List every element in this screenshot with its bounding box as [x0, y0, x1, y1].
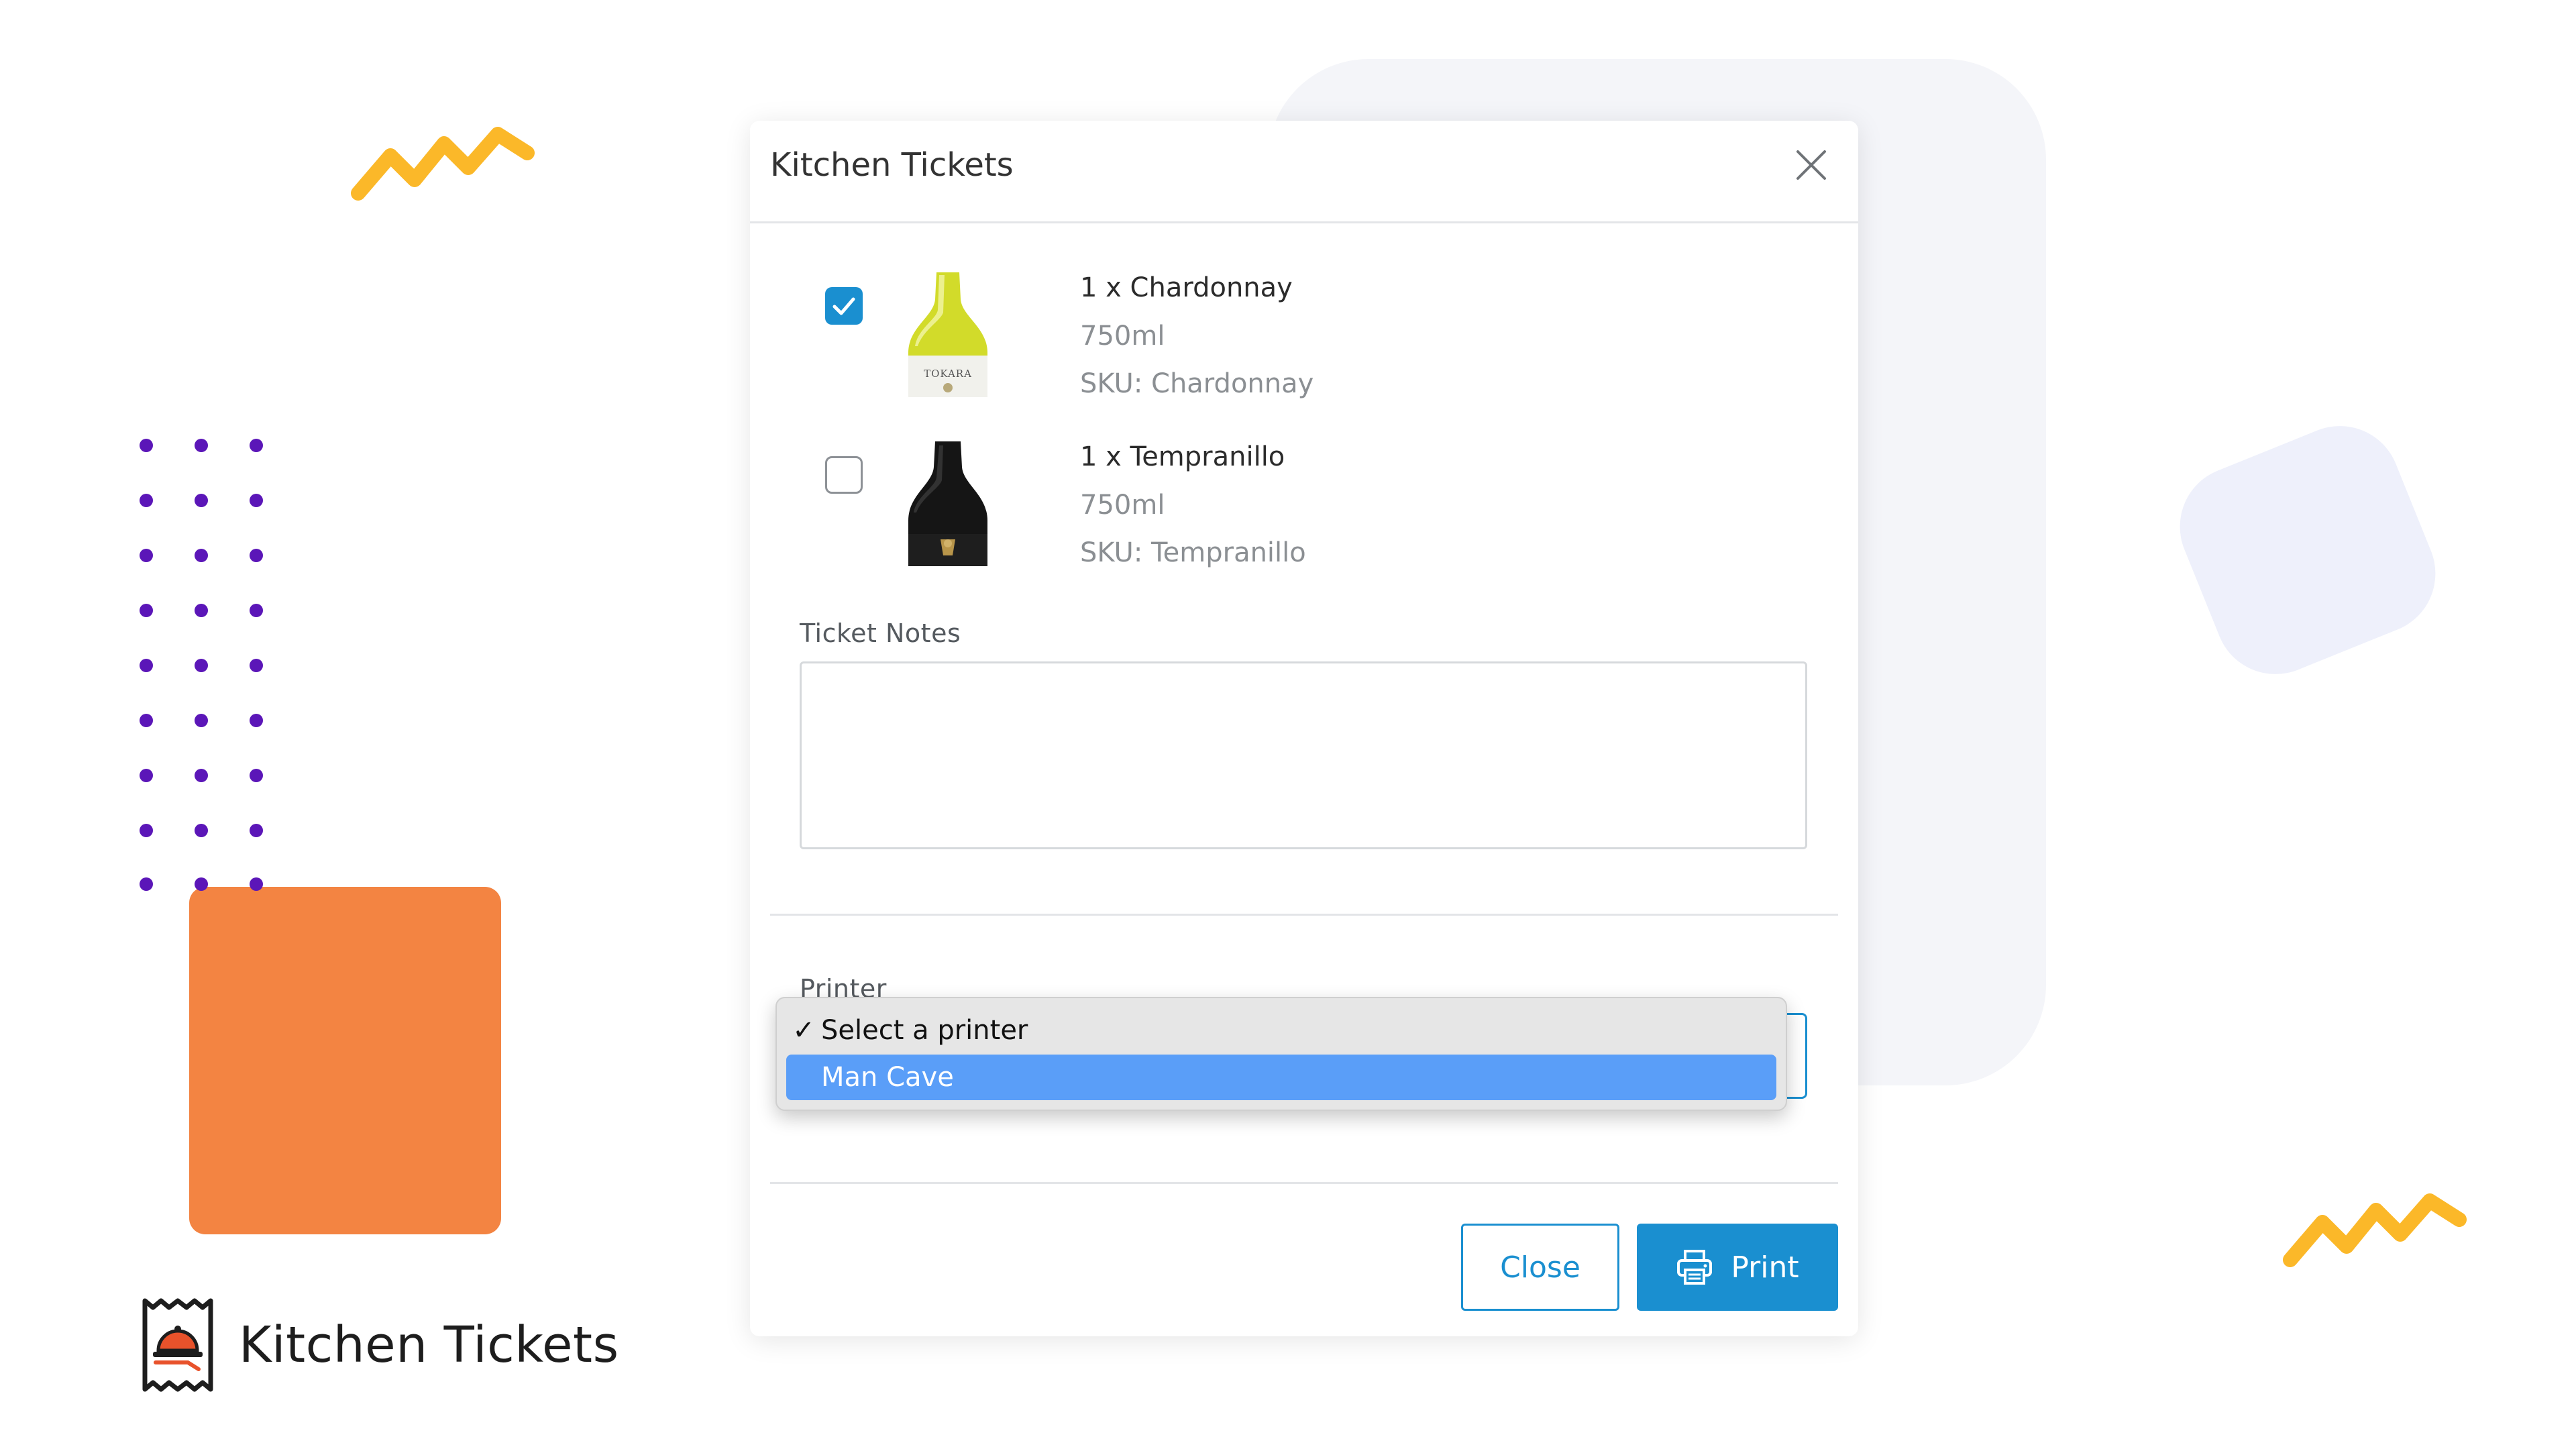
kitchen-tickets-modal: Kitchen Tickets TOKARA 1 x Chardonnay 75… [750, 121, 1858, 1336]
ticket-notes-textarea[interactable] [800, 661, 1807, 849]
close-button-label: Close [1500, 1250, 1580, 1285]
svg-text:TOKARA: TOKARA [924, 368, 972, 380]
option-label: Select a printer [821, 1015, 1028, 1046]
zigzag-decoration-bottom [2283, 1193, 2467, 1267]
receipt-cloche-icon [142, 1298, 213, 1392]
item-sku: SKU: Tempranillo [1080, 537, 1306, 568]
close-button[interactable]: Close [1461, 1224, 1619, 1311]
item-checkbox[interactable] [825, 287, 863, 325]
printer-option-man-cave[interactable]: Man Cave [786, 1055, 1776, 1100]
item-size: 750ml [1080, 490, 1165, 521]
close-icon[interactable] [1791, 145, 1831, 185]
ticket-notes-label: Ticket Notes [800, 619, 961, 648]
modal-header: Kitchen Tickets [750, 121, 1858, 223]
item-checkbox[interactable] [825, 456, 863, 494]
divider [770, 1182, 1838, 1184]
divider [770, 914, 1838, 916]
check-icon [833, 297, 855, 315]
print-button[interactable]: Print [1637, 1224, 1838, 1311]
modal-title: Kitchen Tickets [770, 146, 1014, 184]
white-wine-bottle-image: TOKARA [908, 272, 987, 397]
dot-grid-decoration [140, 439, 263, 891]
printer-option-select-a-printer[interactable]: ✓ Select a printer [786, 1008, 1776, 1053]
checkmark-icon: ✓ [792, 1015, 815, 1046]
item-size: 750ml [1080, 321, 1165, 352]
item-name: 1 x Tempranillo [1080, 441, 1285, 472]
orange-square-decoration [189, 887, 501, 1234]
background-blob [2161, 407, 2454, 693]
item-sku: SKU: Chardonnay [1080, 368, 1314, 399]
zigzag-decoration-top [351, 127, 535, 201]
brand-name: Kitchen Tickets [239, 1316, 619, 1374]
red-wine-bottle-image [908, 441, 987, 566]
printer-icon [1677, 1250, 1713, 1285]
ticket-item: TOKARA 1 x Chardonnay 750ml SKU: Chardon… [825, 272, 1362, 427]
option-label: Man Cave [821, 1062, 954, 1093]
item-name: 1 x Chardonnay [1080, 272, 1293, 303]
printer-dropdown-menu: ✓ Select a printer Man Cave [775, 997, 1787, 1111]
brand: Kitchen Tickets [141, 1298, 619, 1392]
ticket-item: 1 x Tempranillo 750ml SKU: Tempranillo [825, 441, 1362, 596]
print-button-label: Print [1731, 1250, 1799, 1285]
